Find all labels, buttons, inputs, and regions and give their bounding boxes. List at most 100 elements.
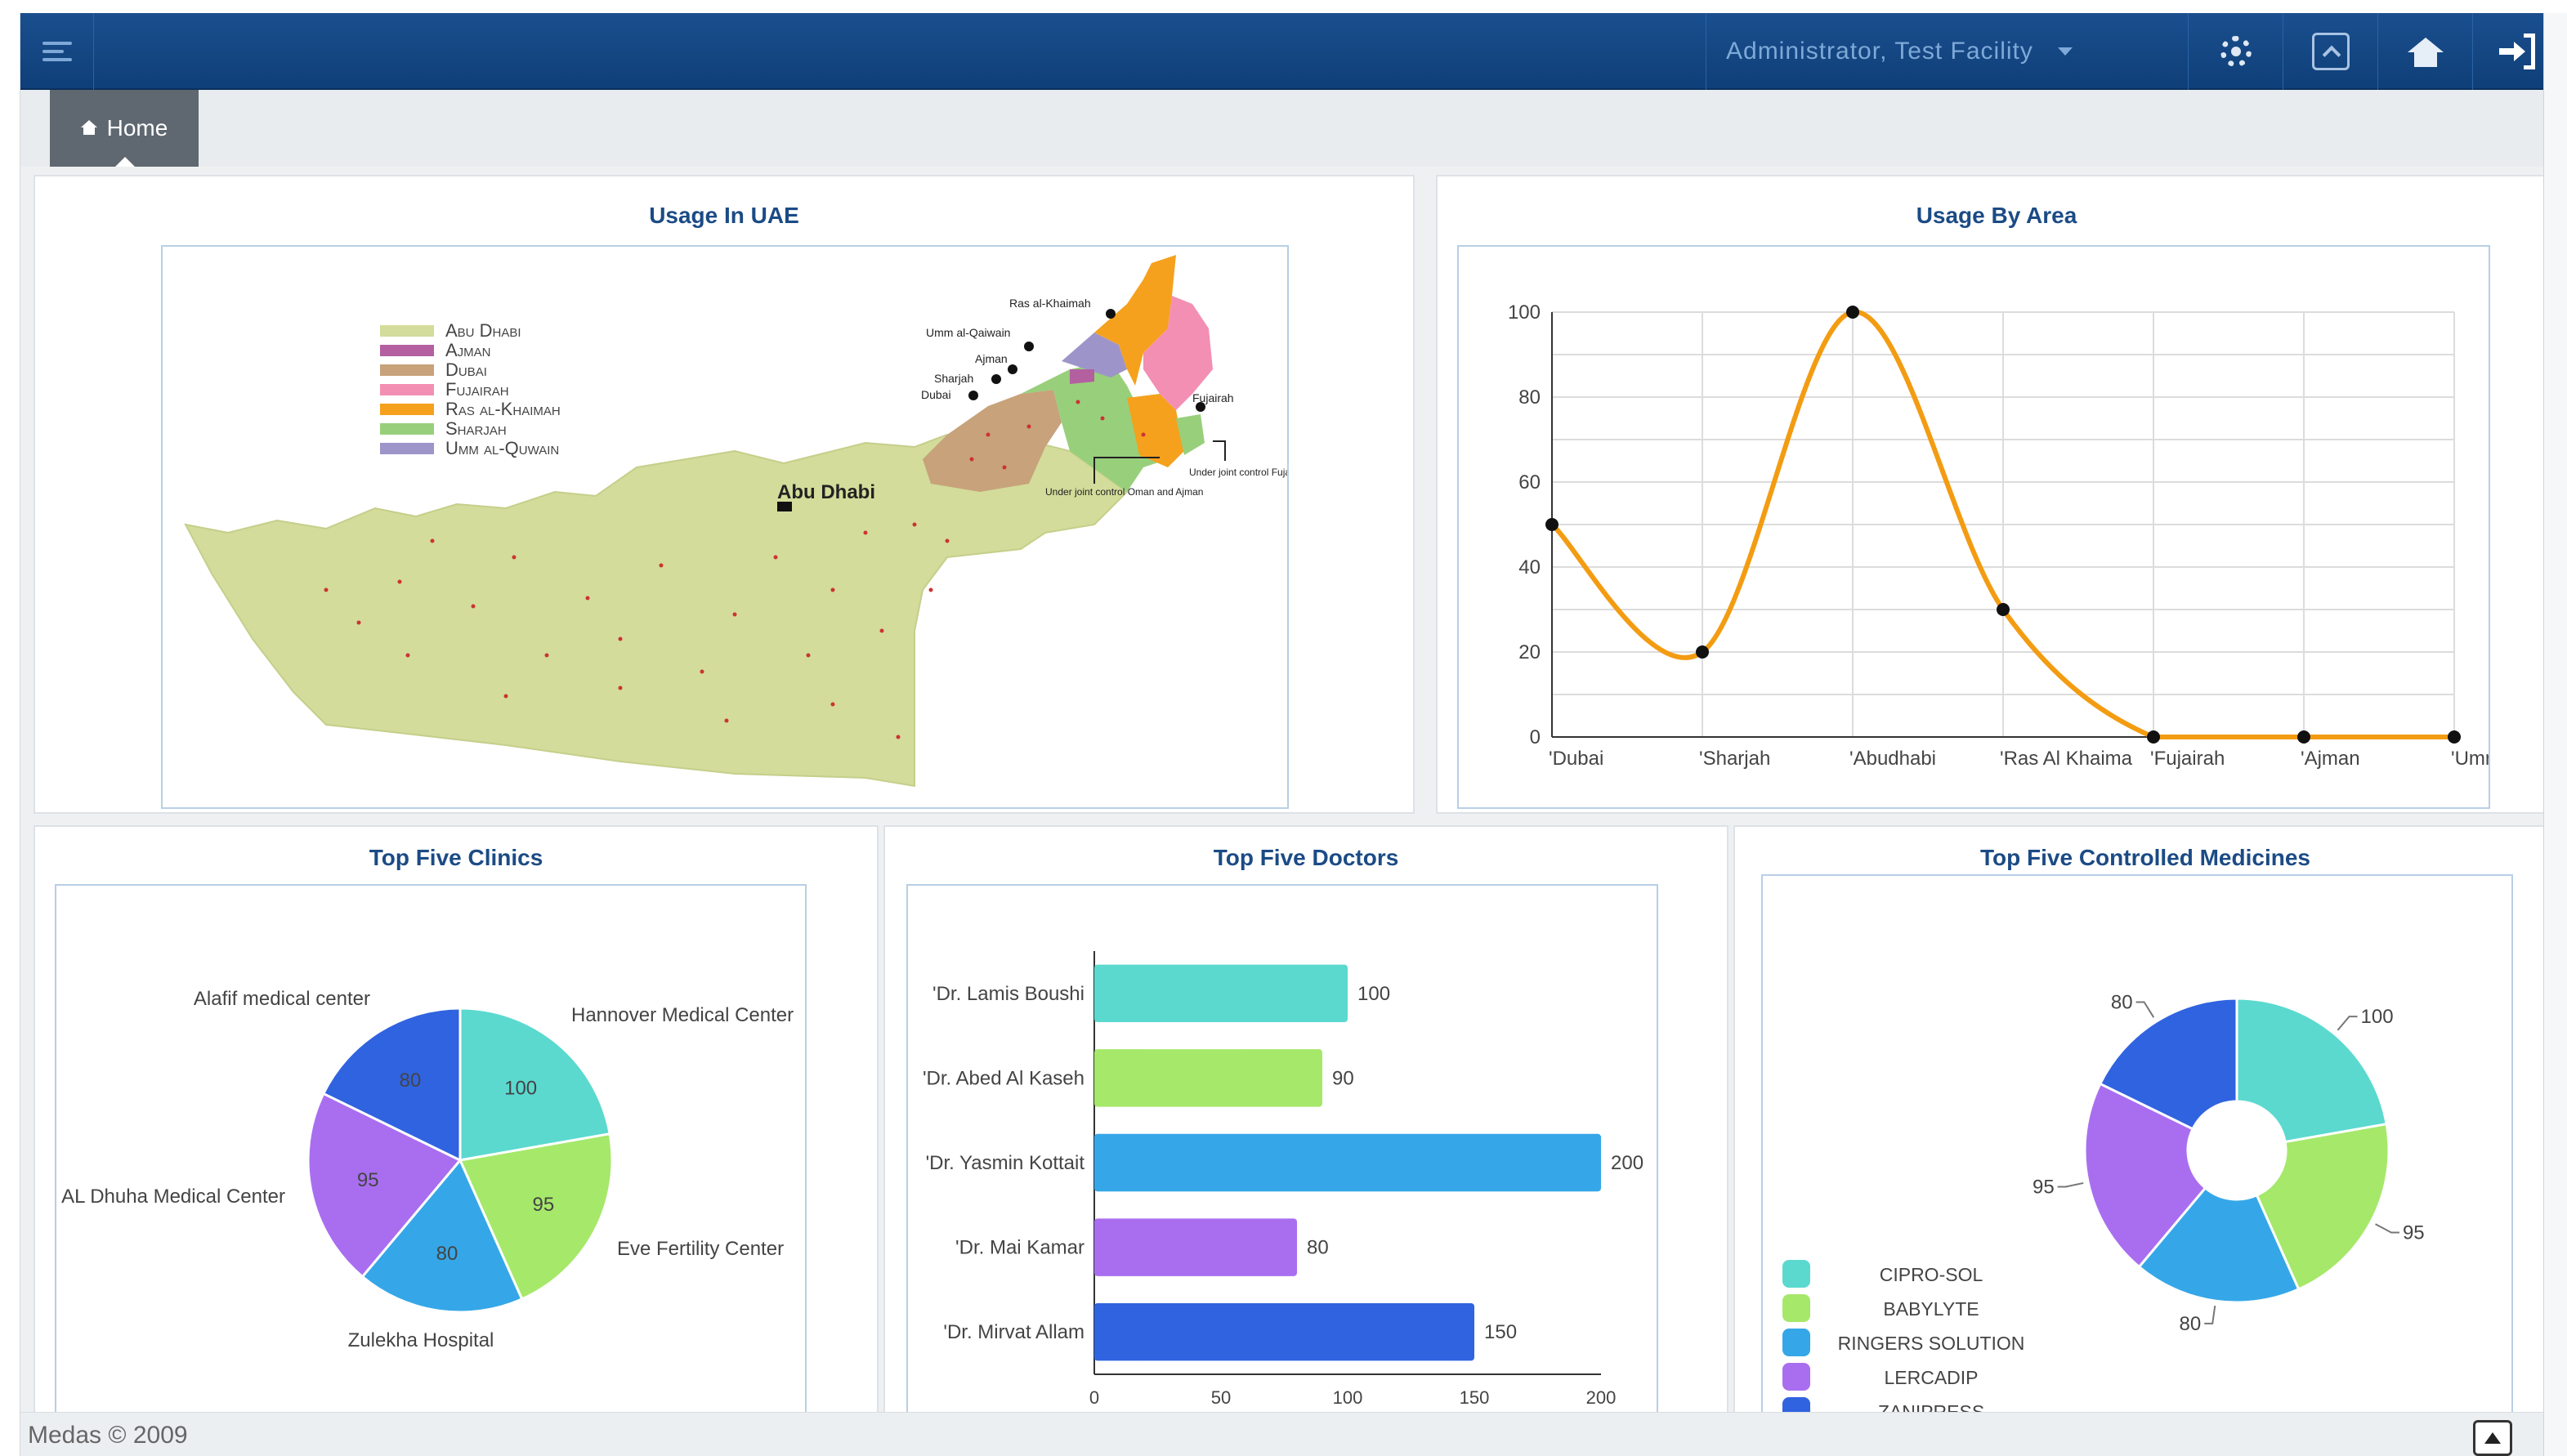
doctors-bar-chart: 0 50 100 150 200 100 'Dr. Lamis Boushi 90 'Dr. A… [923,951,1644,1408]
value-connector [2375,1223,2399,1234]
map-label: Fujairah [1192,391,1234,404]
map-label: Ras al-Khaimah [1009,297,1091,310]
ajman-region [1070,369,1094,384]
legend-label: Sharjah [445,418,507,439]
sign-out-icon [2498,33,2535,69]
pie-category-label: Zulekha Hospital [348,1329,494,1351]
uae-map-frame: Abu Dhabi Ajman Dubai Fujairah Ras al-Kh… [161,245,1289,809]
gear-icon [2220,36,2252,67]
data-point [2147,730,2160,744]
x-tick-label: 'Umm Al Quv [2451,748,2490,770]
home-icon [80,119,97,135]
medicines-donut-chart: 100 95 80 95 80 CIPRO-SOL BABYLYTE RINGERS SOLU… [1782,992,2425,1425]
bar [1094,1049,1322,1107]
bar [1094,1133,1601,1192]
y-tick-label: 'Dr. Mirvat Allam [943,1321,1084,1343]
home-button[interactable] [2377,13,2472,90]
y-tick-label: 'Dr. Mai Kamar [955,1237,1084,1259]
legend-label: Fujairah [445,379,509,400]
footer [20,1412,2560,1456]
menu-toggle-button[interactable] [20,13,94,90]
donut-value-label: 80 [2180,1313,2202,1335]
breadcrumb-home[interactable]: Home [50,90,199,167]
usage-area-line-chart: 0 20 40 60 80 100 'Dubai 'Sharjah 'Abudhabi 'Ras … [1508,301,2490,770]
pie-value-label: 80 [400,1070,422,1092]
legend-label: Ajman [445,340,491,360]
legend-label: BABYLYTE [1883,1298,1979,1320]
panel-title: Usage By Area [1916,203,2077,228]
y-tick-label: 20 [1518,641,1541,663]
y-tick-label: 100 [1508,301,1541,324]
home-icon [2407,38,2444,67]
donut-value-label: 95 [2403,1222,2425,1244]
x-tick-label: 150 [1460,1387,1490,1408]
x-tick-label: 'Sharjah [1699,748,1770,770]
map-label: Sharjah [934,372,973,385]
settings-button[interactable] [2188,13,2283,90]
scroll-to-top-button[interactable] [2473,1420,2512,1456]
pie-value-label: 80 [436,1243,458,1265]
pie-category-label: AL Dhuha Medical Center [61,1186,285,1208]
value-connector [2337,1016,2358,1031]
y-tick-label: 60 [1518,471,1541,494]
app-frame: Administrator, Test Facility Home Usage … [20,13,2560,1456]
chevron-down-icon [2057,47,2073,56]
clinics-chart-frame: 100 Hannover Medical Center 95 Eve Fertilit… [55,884,807,1448]
legend-swatch [1782,1329,1810,1356]
data-point [1545,518,1559,531]
panel-title: Top Five Doctors [1213,845,1399,870]
x-tick-label: 0 [1089,1387,1099,1408]
value-connector [2135,1001,2155,1018]
arrow-up-icon [2484,1432,2501,1444]
panel-title: Top Five Controlled Medicines [1980,845,2310,870]
collapse-icon [2311,33,2350,70]
pie-category-label: Eve Fertility Center [617,1238,784,1260]
pie-value-label: 100 [504,1078,537,1100]
user-dropdown[interactable]: Administrator, Test Facility [1706,13,2188,90]
legend-label: LERCADIP [1884,1367,1978,1388]
map-label: Under joint control Fujairah and Sharjah [1189,467,1289,478]
x-tick-label: 'Ras Al Khaima [2000,748,2133,770]
copyright-text: Medas © 2009 [28,1422,188,1449]
legend-label: Ras al-Khaimah [445,399,561,419]
legend-label: Umm al-Quwain [445,438,559,458]
x-tick-label: 'Abudhabi [1849,748,1936,770]
y-tick-label: 'Dr. Yasmin Kottait [926,1152,1085,1174]
legend-swatch [1782,1260,1810,1288]
data-point [1696,645,1709,659]
pie-category-label: Hannover Medical Center [571,1004,794,1026]
data-point [2448,730,2461,744]
bar-value-label: 150 [1484,1321,1517,1343]
y-tick-label: 'Dr. Lamis Boushi [932,983,1084,1005]
map-label: Ajman [975,352,1008,365]
top-clinics-panel: Top Five Clinics 100 Hannover Medical Cen… [34,825,879,1448]
bar [1094,1218,1297,1276]
legend-swatch [1782,1363,1810,1391]
data-point [1997,603,2010,616]
y-tick-label: 80 [1518,386,1541,409]
value-connector [2204,1305,2216,1324]
map-legend: Abu Dhabi Ajman Dubai Fujairah Ras al-Kh… [380,320,561,458]
usage-area-chart-frame: 0 20 40 60 80 100 'Dubai 'Sharjah 'Abudhabi 'Ras … [1457,245,2490,809]
page-scrollbar[interactable] [2543,13,2567,1456]
x-tick-label: 100 [1333,1387,1363,1408]
legend-swatch [1782,1294,1810,1322]
x-tick-label: 200 [1586,1387,1617,1408]
pie-value-label: 95 [532,1194,554,1216]
uae-map: Abu Dhabi Ajman Dubai Fujairah Ras al-Kh… [184,255,1289,788]
breadcrumb [20,90,2560,167]
bar-value-label: 80 [1307,1237,1329,1259]
top-navbar: Administrator, Test Facility [20,13,2560,90]
legend-label: CIPRO-SOL [1880,1264,1983,1285]
legend-label: Abu Dhabi [445,320,521,341]
collapse-button[interactable] [2283,13,2377,90]
x-tick-label: 'Fujairah [2150,748,2225,770]
top-medicines-panel: Top Five Controlled Medicines 100 95 80 95 8… [1733,825,2557,1438]
user-label: Administrator, Test Facility [1726,38,2033,65]
x-tick-label: 50 [1211,1387,1231,1408]
value-connector [2057,1181,2084,1188]
panel-title: Top Five Clinics [369,845,543,870]
map-label: Abu Dhabi [777,481,875,503]
y-tick-label: 0 [1530,726,1541,748]
bar-value-label: 90 [1332,1067,1354,1089]
